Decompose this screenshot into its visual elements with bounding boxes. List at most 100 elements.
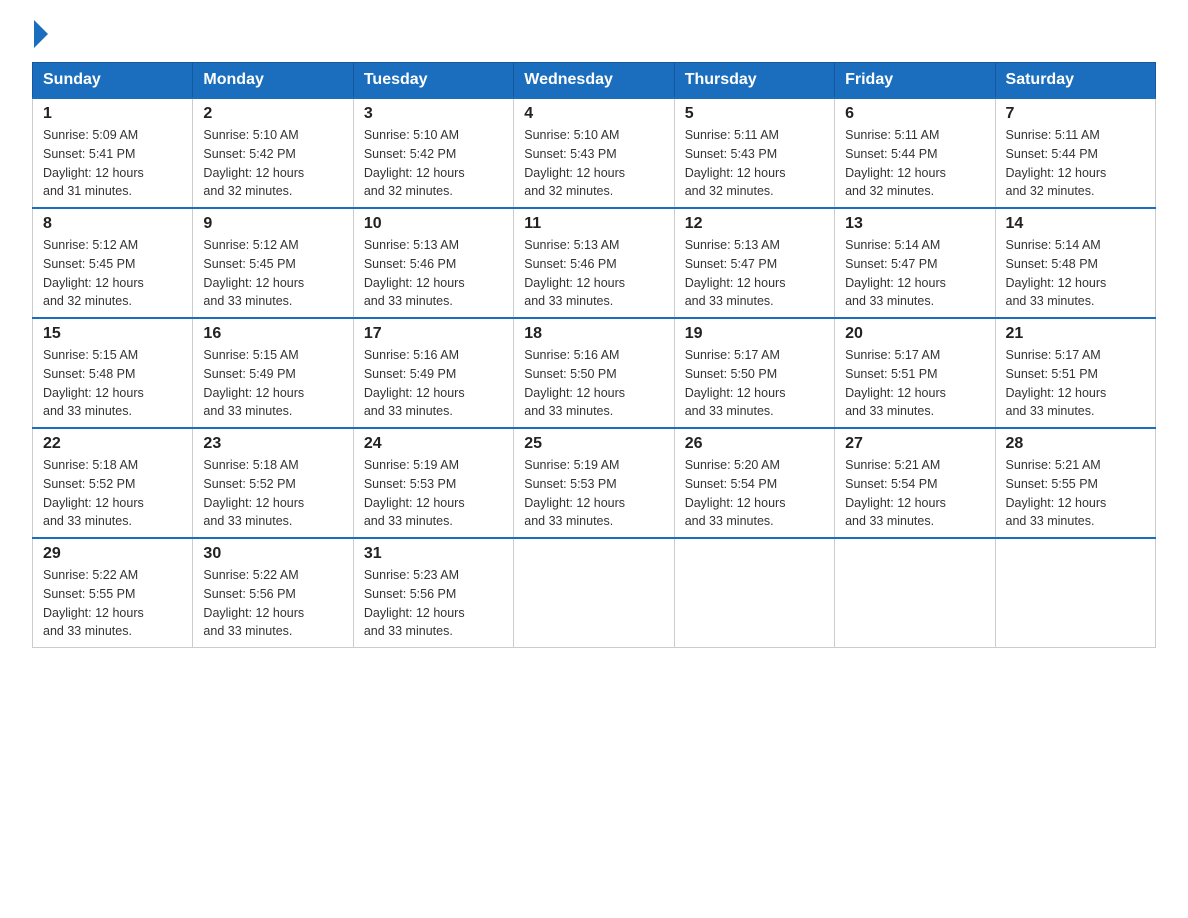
calendar-cell: 23 Sunrise: 5:18 AMSunset: 5:52 PMDayligh… (193, 428, 353, 538)
day-number: 6 (845, 105, 984, 123)
day-number: 22 (43, 435, 182, 453)
calendar-cell: 13 Sunrise: 5:14 AMSunset: 5:47 PMDayligh… (835, 208, 995, 318)
calendar-cell: 15 Sunrise: 5:15 AMSunset: 5:48 PMDayligh… (33, 318, 193, 428)
calendar-cell (674, 538, 834, 648)
day-number: 21 (1006, 325, 1145, 343)
day-info: Sunrise: 5:14 AMSunset: 5:47 PMDaylight:… (845, 236, 984, 311)
day-info: Sunrise: 5:18 AMSunset: 5:52 PMDaylight:… (43, 456, 182, 531)
calendar-cell (995, 538, 1155, 648)
calendar-week-2: 8 Sunrise: 5:12 AMSunset: 5:45 PMDaylight… (33, 208, 1156, 318)
day-info: Sunrise: 5:23 AMSunset: 5:56 PMDaylight:… (364, 566, 503, 641)
calendar-cell: 6 Sunrise: 5:11 AMSunset: 5:44 PMDaylight… (835, 98, 995, 208)
day-number: 20 (845, 325, 984, 343)
day-info: Sunrise: 5:19 AMSunset: 5:53 PMDaylight:… (524, 456, 663, 531)
calendar-week-3: 15 Sunrise: 5:15 AMSunset: 5:48 PMDayligh… (33, 318, 1156, 428)
calendar-cell: 3Sunrise: 5:10 AMSunset: 5:42 PMDaylight… (353, 98, 513, 208)
calendar-cell (514, 538, 674, 648)
day-info: Sunrise: 5:15 AMSunset: 5:48 PMDaylight:… (43, 346, 182, 421)
day-info: Sunrise: 5:15 AMSunset: 5:49 PMDaylight:… (203, 346, 342, 421)
day-info: Sunrise: 5:16 AMSunset: 5:49 PMDaylight:… (364, 346, 503, 421)
calendar-week-1: 1 Sunrise: 5:09 AMSunset: 5:41 PMDaylight… (33, 98, 1156, 208)
calendar-cell: 2 Sunrise: 5:10 AMSunset: 5:42 PMDaylight… (193, 98, 353, 208)
day-number: 14 (1006, 215, 1145, 233)
calendar-cell: 26 Sunrise: 5:20 AMSunset: 5:54 PMDayligh… (674, 428, 834, 538)
day-number: 18 (524, 325, 663, 343)
calendar-cell: 29 Sunrise: 5:22 AMSunset: 5:55 PMDayligh… (33, 538, 193, 648)
day-info: Sunrise: 5:09 AMSunset: 5:41 PMDaylight:… (43, 126, 182, 201)
calendar-week-5: 29 Sunrise: 5:22 AMSunset: 5:55 PMDayligh… (33, 538, 1156, 648)
day-number: 29 (43, 545, 182, 563)
day-info: Sunrise: 5:17 AMSunset: 5:50 PMDaylight:… (685, 346, 824, 421)
calendar-cell: 20 Sunrise: 5:17 AMSunset: 5:51 PMDayligh… (835, 318, 995, 428)
day-info: Sunrise: 5:12 AMSunset: 5:45 PMDaylight:… (203, 236, 342, 311)
logo-triangle-icon (34, 20, 48, 48)
calendar-cell: 18Sunrise: 5:16 AMSunset: 5:50 PMDayligh… (514, 318, 674, 428)
day-number: 15 (43, 325, 182, 343)
day-number: 26 (685, 435, 824, 453)
day-number: 17 (364, 325, 503, 343)
calendar-cell: 17 Sunrise: 5:16 AMSunset: 5:49 PMDayligh… (353, 318, 513, 428)
day-info: Sunrise: 5:10 AMSunset: 5:43 PMDaylight:… (524, 126, 663, 201)
day-info: Sunrise: 5:21 AMSunset: 5:54 PMDaylight:… (845, 456, 984, 531)
day-info: Sunrise: 5:13 AMSunset: 5:46 PMDaylight:… (364, 236, 503, 311)
calendar-cell: 8Sunrise: 5:12 AMSunset: 5:45 PMDaylight… (33, 208, 193, 318)
calendar-cell: 14 Sunrise: 5:14 AMSunset: 5:48 PMDayligh… (995, 208, 1155, 318)
calendar-cell: 27 Sunrise: 5:21 AMSunset: 5:54 PMDayligh… (835, 428, 995, 538)
day-number: 27 (845, 435, 984, 453)
day-number: 7 (1006, 105, 1145, 123)
calendar-cell: 9 Sunrise: 5:12 AMSunset: 5:45 PMDaylight… (193, 208, 353, 318)
day-header-tuesday: Tuesday (353, 63, 513, 99)
day-header-thursday: Thursday (674, 63, 834, 99)
calendar-cell: 24 Sunrise: 5:19 AMSunset: 5:53 PMDayligh… (353, 428, 513, 538)
calendar-cell: 25Sunrise: 5:19 AMSunset: 5:53 PMDayligh… (514, 428, 674, 538)
calendar-cell: 5 Sunrise: 5:11 AMSunset: 5:43 PMDaylight… (674, 98, 834, 208)
day-header-wednesday: Wednesday (514, 63, 674, 99)
day-info: Sunrise: 5:19 AMSunset: 5:53 PMDaylight:… (364, 456, 503, 531)
day-header-saturday: Saturday (995, 63, 1155, 99)
calendar-cell: 22 Sunrise: 5:18 AMSunset: 5:52 PMDayligh… (33, 428, 193, 538)
day-number: 13 (845, 215, 984, 233)
day-info: Sunrise: 5:11 AMSunset: 5:43 PMDaylight:… (685, 126, 824, 201)
day-number: 23 (203, 435, 342, 453)
day-info: Sunrise: 5:11 AMSunset: 5:44 PMDaylight:… (1006, 126, 1145, 201)
day-number: 8 (43, 215, 182, 233)
day-info: Sunrise: 5:20 AMSunset: 5:54 PMDaylight:… (685, 456, 824, 531)
calendar-cell: 11Sunrise: 5:13 AMSunset: 5:46 PMDayligh… (514, 208, 674, 318)
day-number: 5 (685, 105, 824, 123)
day-info: Sunrise: 5:17 AMSunset: 5:51 PMDaylight:… (1006, 346, 1145, 421)
calendar-header-row: SundayMondayTuesdayWednesdayThursdayFrid… (33, 63, 1156, 99)
day-header-friday: Friday (835, 63, 995, 99)
day-info: Sunrise: 5:13 AMSunset: 5:46 PMDaylight:… (524, 236, 663, 311)
day-number: 28 (1006, 435, 1145, 453)
calendar-cell: 28 Sunrise: 5:21 AMSunset: 5:55 PMDayligh… (995, 428, 1155, 538)
day-number: 1 (43, 105, 182, 123)
day-info: Sunrise: 5:10 AMSunset: 5:42 PMDaylight:… (203, 126, 342, 201)
calendar-table: SundayMondayTuesdayWednesdayThursdayFrid… (32, 62, 1156, 648)
day-number: 12 (685, 215, 824, 233)
day-number: 2 (203, 105, 342, 123)
day-info: Sunrise: 5:10 AMSunset: 5:42 PMDaylight:… (364, 126, 503, 201)
day-info: Sunrise: 5:22 AMSunset: 5:56 PMDaylight:… (203, 566, 342, 641)
calendar-cell: 31 Sunrise: 5:23 AMSunset: 5:56 PMDayligh… (353, 538, 513, 648)
calendar-cell: 10 Sunrise: 5:13 AMSunset: 5:46 PMDayligh… (353, 208, 513, 318)
calendar-cell: 16 Sunrise: 5:15 AMSunset: 5:49 PMDayligh… (193, 318, 353, 428)
calendar-cell: 4Sunrise: 5:10 AMSunset: 5:43 PMDaylight… (514, 98, 674, 208)
day-number: 31 (364, 545, 503, 563)
day-info: Sunrise: 5:18 AMSunset: 5:52 PMDaylight:… (203, 456, 342, 531)
day-number: 19 (685, 325, 824, 343)
day-info: Sunrise: 5:22 AMSunset: 5:55 PMDaylight:… (43, 566, 182, 641)
calendar-week-4: 22 Sunrise: 5:18 AMSunset: 5:52 PMDayligh… (33, 428, 1156, 538)
day-number: 24 (364, 435, 503, 453)
calendar-cell (835, 538, 995, 648)
calendar-cell: 1 Sunrise: 5:09 AMSunset: 5:41 PMDaylight… (33, 98, 193, 208)
day-info: Sunrise: 5:14 AMSunset: 5:48 PMDaylight:… (1006, 236, 1145, 311)
day-number: 10 (364, 215, 503, 233)
day-number: 9 (203, 215, 342, 233)
day-info: Sunrise: 5:17 AMSunset: 5:51 PMDaylight:… (845, 346, 984, 421)
day-info: Sunrise: 5:21 AMSunset: 5:55 PMDaylight:… (1006, 456, 1145, 531)
calendar-cell: 30Sunrise: 5:22 AMSunset: 5:56 PMDayligh… (193, 538, 353, 648)
calendar-cell: 12Sunrise: 5:13 AMSunset: 5:47 PMDayligh… (674, 208, 834, 318)
day-info: Sunrise: 5:11 AMSunset: 5:44 PMDaylight:… (845, 126, 984, 201)
day-number: 16 (203, 325, 342, 343)
calendar-cell: 7 Sunrise: 5:11 AMSunset: 5:44 PMDaylight… (995, 98, 1155, 208)
